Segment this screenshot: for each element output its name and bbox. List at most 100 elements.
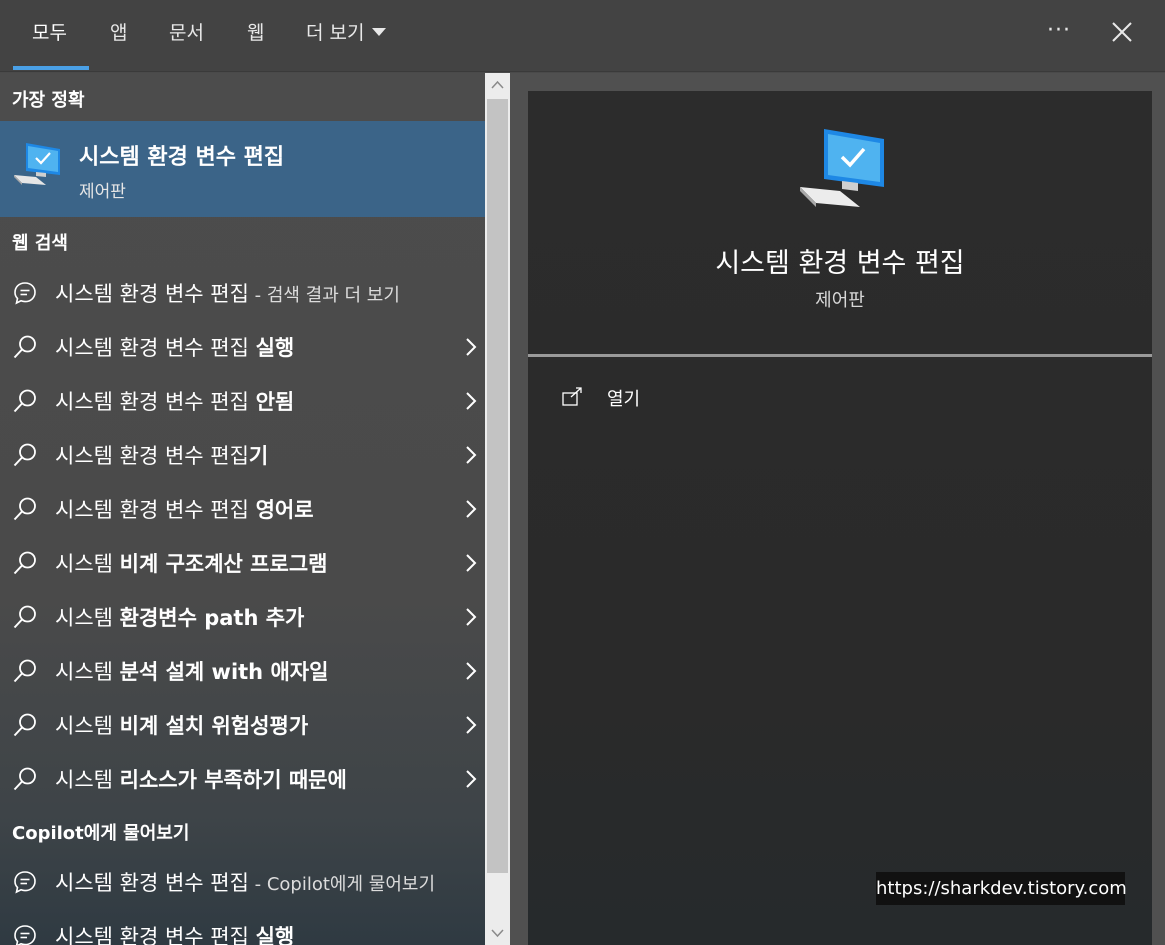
result-completion: 영어로: [255, 498, 314, 522]
open-external-icon: [562, 387, 582, 406]
chat-icon: [14, 871, 36, 894]
tab-documents[interactable]: 문서: [169, 18, 204, 48]
chevron-up-icon: [491, 80, 504, 89]
result-query: 시스템 환경 변수 편집: [55, 871, 249, 895]
web-search-result[interactable]: 시스템 분석 설계 with 애자일: [0, 646, 485, 696]
search-icon: [13, 389, 36, 413]
active-tab-indicator: [13, 66, 89, 70]
search-header: 모두 앱 문서 웹 더 보기 ···: [0, 0, 1165, 72]
web-search-result[interactable]: 시스템 환경변수 path 추가: [0, 592, 485, 642]
search-icon: [13, 767, 36, 791]
result-suffix: - 검색 결과 더 보기: [248, 285, 400, 306]
web-search-result[interactable]: 시스템 환경 변수 편집 영어로: [0, 484, 485, 534]
chevron-right-icon[interactable]: [463, 390, 479, 412]
search-icon: [13, 551, 36, 575]
web-search-result[interactable]: 시스템 환경 변수 편집 안됨: [0, 376, 485, 426]
search-icon: [13, 605, 36, 629]
tab-more-label: 더 보기: [306, 22, 365, 44]
result-completion: 비계 구조계산 프로그램: [119, 552, 328, 576]
web-search-result[interactable]: 시스템 환경 변수 편집 실행: [0, 322, 485, 372]
result-text: 시스템 환경 변수 편집기: [55, 440, 268, 470]
chevron-right-icon[interactable]: [463, 336, 479, 358]
result-text: 시스템 환경 변수 편집 영어로: [55, 494, 314, 524]
scroll-thumb[interactable]: [487, 99, 508, 873]
chevron-right-icon[interactable]: [463, 498, 479, 520]
best-match-item[interactable]: 시스템 환경 변수 편집 제어판: [0, 121, 485, 217]
result-completion: 기: [248, 444, 269, 468]
result-query: 시스템 환경 변수 편집: [55, 444, 249, 468]
result-completion: 비계 설치 위험성평가: [119, 714, 309, 738]
chat-icon: [14, 925, 36, 945]
preview-pane: 시스템 환경 변수 편집 제어판 열기: [528, 91, 1152, 945]
result-completion: 실행: [255, 336, 295, 360]
result-text: 시스템 리소스가 부족하기 때문에: [55, 764, 347, 794]
result-text: 시스템 환경 변수 편집 실행: [55, 332, 294, 362]
section-best-match: 가장 정확: [12, 90, 85, 111]
search-icon: [13, 335, 36, 359]
preview-subtitle: 제어판: [815, 290, 865, 311]
result-query: 시스템: [55, 768, 120, 792]
result-completion: 안됨: [255, 390, 295, 414]
result-query: 시스템 환경 변수 편집: [55, 925, 256, 945]
result-query: 시스템 환경 변수 편집: [55, 498, 256, 522]
result-completion: 리소스가 부족하기 때문에: [119, 768, 347, 792]
computer-icon: [14, 143, 60, 185]
preview-title: 시스템 환경 변수 편집: [715, 248, 965, 279]
result-text: 시스템 환경 변수 편집 안됨: [55, 386, 294, 416]
section-web-search: 웹 검색: [12, 233, 68, 254]
result-query: 시스템 환경 변수 편집: [55, 282, 249, 306]
result-text: 시스템 환경 변수 편집 - Copilot에게 물어보기: [55, 867, 435, 897]
chat-icon: [14, 282, 36, 305]
tab-all[interactable]: 모두: [32, 18, 67, 48]
more-options-button[interactable]: ···: [1042, 18, 1076, 48]
tab-web[interactable]: 웹: [247, 18, 264, 48]
web-search-result[interactable]: 시스템 환경 변수 편집 - 검색 결과 더 보기: [0, 268, 485, 318]
chevron-right-icon[interactable]: [463, 660, 479, 682]
web-search-result[interactable]: 시스템 리소스가 부족하기 때문에: [0, 754, 485, 804]
search-icon: [13, 713, 36, 737]
chevron-right-icon[interactable]: [463, 444, 479, 466]
result-query: 시스템: [55, 606, 120, 630]
caret-down-icon: [372, 27, 387, 36]
web-search-result[interactable]: 시스템 환경 변수 편집기: [0, 430, 485, 480]
result-query: 시스템: [55, 552, 120, 576]
close-button[interactable]: [1106, 16, 1138, 48]
section-copilot: Copilot에게 물어보기: [12, 823, 190, 844]
result-completion: 실행: [255, 925, 295, 945]
result-text: 시스템 분석 설계 with 애자일: [55, 656, 328, 686]
results-scrollbar[interactable]: [485, 73, 510, 945]
chevron-right-icon[interactable]: [463, 768, 479, 790]
result-query: 시스템: [55, 714, 120, 738]
scroll-down-button[interactable]: [485, 921, 510, 945]
result-completion: 환경변수 path 추가: [119, 606, 305, 630]
chevron-right-icon[interactable]: [463, 714, 479, 736]
tab-apps[interactable]: 앱: [110, 18, 127, 48]
result-text: 시스템 환경 변수 편집 실행: [55, 921, 294, 945]
result-text: 시스템 비계 설치 위험성평가: [55, 710, 308, 740]
web-search-result[interactable]: 시스템 비계 구조계산 프로그램: [0, 538, 485, 588]
best-match-subtitle: 제어판: [79, 182, 126, 202]
result-text: 시스템 환경 변수 편집 - 검색 결과 더 보기: [55, 278, 400, 308]
web-search-result[interactable]: 시스템 비계 설치 위험성평가: [0, 700, 485, 750]
result-text: 시스템 환경변수 path 추가: [55, 602, 304, 632]
result-query: 시스템 환경 변수 편집: [55, 336, 256, 360]
copilot-result[interactable]: 시스템 환경 변수 편집 - Copilot에게 물어보기: [0, 857, 485, 907]
close-icon: [1112, 22, 1132, 42]
result-query: 시스템 환경 변수 편집: [55, 390, 256, 414]
scroll-up-button[interactable]: [485, 73, 510, 97]
watermark: https://sharkdev.tistory.com: [876, 872, 1127, 905]
open-action-label: 열기: [607, 389, 641, 410]
search-icon: [13, 443, 36, 467]
result-suffix: - Copilot에게 물어보기: [248, 874, 436, 895]
result-text: 시스템 비계 구조계산 프로그램: [55, 548, 327, 578]
computer-icon: [800, 129, 884, 207]
copilot-result[interactable]: 시스템 환경 변수 편집 실행: [0, 911, 485, 945]
search-icon: [13, 659, 36, 683]
chevron-right-icon[interactable]: [463, 552, 479, 574]
search-icon: [13, 497, 36, 521]
chevron-right-icon[interactable]: [463, 606, 479, 628]
result-completion: 분석 설계 with 애자일: [119, 660, 329, 684]
best-match-title: 시스템 환경 변수 편집: [79, 145, 285, 170]
tab-more[interactable]: 더 보기: [306, 18, 387, 48]
results-list: 가장 정확 시스템 환경 변수 편집 제어판 웹 검색 시스템 환경 변수 편집…: [0, 73, 485, 945]
